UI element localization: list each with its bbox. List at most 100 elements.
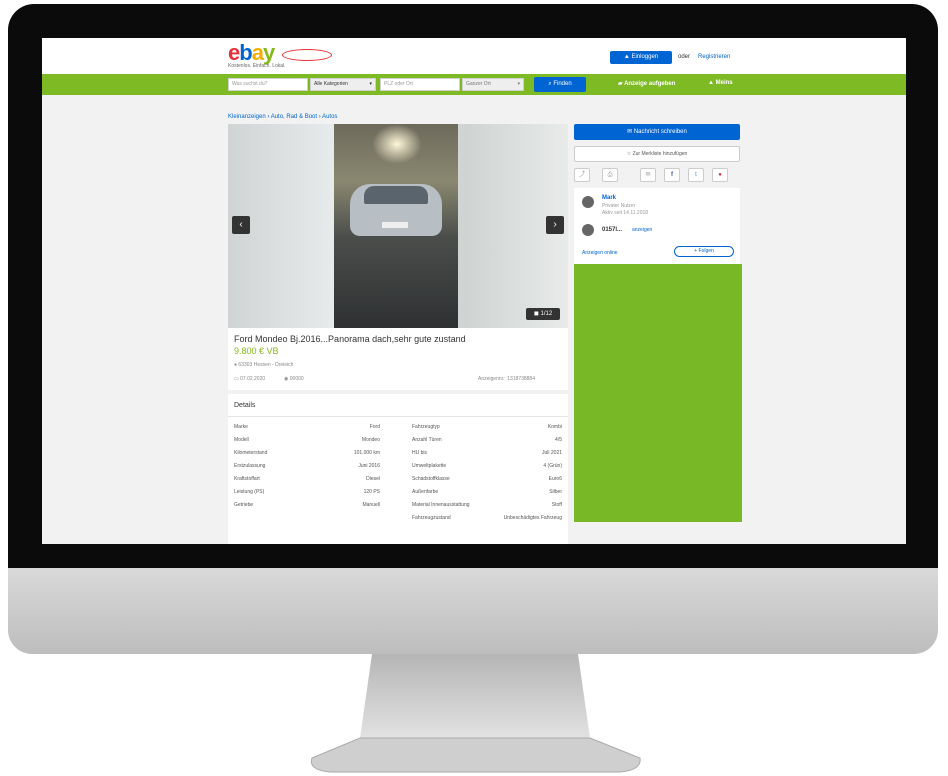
detail-key: Leistung (PS) xyxy=(234,489,265,495)
chevron-down-icon: ▾ xyxy=(517,81,520,87)
seller-name[interactable]: Mark xyxy=(602,195,616,201)
detail-row: Fahrzeugzustand Unbeschädigtes Fahrzeug xyxy=(412,515,562,525)
detail-row: Außenfarbe Silber xyxy=(412,489,562,499)
detail-row: Anzahl Türen 4/5 xyxy=(412,437,562,447)
ad-price: 9.800 € VB xyxy=(234,346,279,356)
browser-screen: ebay Kostenlos. Einfach. Lokal. ▲ Einlog… xyxy=(42,38,906,544)
detail-value: Stoff xyxy=(551,502,562,508)
seller-type: Privater Nutzer xyxy=(602,203,636,209)
detail-value: Euro6 xyxy=(548,476,562,482)
location-input[interactable]: PLZ oder Ort xyxy=(380,78,460,91)
category-select[interactable]: Alle Kategorien ▾ xyxy=(310,78,376,91)
login-button[interactable]: ▲ Einloggen xyxy=(610,51,672,64)
find-label: Finden xyxy=(553,81,572,87)
image-gallery[interactable]: ‹ › ◼ 1/12 xyxy=(228,124,568,328)
follow-label: Folgen xyxy=(698,248,714,254)
detail-row: Leistung (PS) 120 PS xyxy=(234,489,380,499)
site-slogan: Kostenlos. Einfach. Lokal. xyxy=(228,63,286,69)
detail-row: Marke Ford xyxy=(234,424,380,434)
post-ad-button[interactable]: ▰ Anzeige aufgeben xyxy=(618,80,675,87)
share-icon[interactable]: ⤴ xyxy=(574,168,590,182)
ad-date: ▭ 07.02.2020 xyxy=(234,376,265,382)
detail-key: Umweltplakette xyxy=(412,463,447,469)
write-message-button[interactable]: ✉ Nachricht schreiben xyxy=(574,124,740,140)
logo-letter-e: e xyxy=(228,40,240,65)
follow-button[interactable]: + Folgen xyxy=(674,246,734,257)
detail-value: Ford xyxy=(369,424,380,430)
detail-key: Erstzulassung xyxy=(234,463,266,469)
user-icon: ▲ xyxy=(708,80,716,86)
gallery-next-button[interactable]: › xyxy=(546,216,564,234)
monitor-chin xyxy=(8,568,938,654)
my-account-button[interactable]: ▲ Meins xyxy=(708,80,733,86)
detail-row: Umweltplakette 4 (Grün) xyxy=(412,463,562,473)
detail-key: Außenfarbe xyxy=(412,489,439,495)
ad-date-label: 07.02.2020 xyxy=(240,376,266,382)
detail-row: Fahrzeugtyp Kombi xyxy=(412,424,562,434)
chevron-down-icon: ▾ xyxy=(369,81,372,87)
print-icon[interactable]: ⎙ xyxy=(602,168,618,182)
logo-letter-a: a xyxy=(251,40,264,65)
detail-key: Modell xyxy=(234,437,249,443)
facebook-icon[interactable]: f xyxy=(664,168,680,182)
detail-key: Marke xyxy=(234,424,248,430)
search-bar: Was suchst du? Alle Kategorien ▾ PLZ oder… xyxy=(42,74,906,95)
detail-value: Mondeo xyxy=(361,437,380,443)
advertisement-banner[interactable] xyxy=(574,264,742,522)
detail-value: 4 (Grün) xyxy=(543,463,562,469)
detail-key: Material Innenausstattung xyxy=(412,502,470,508)
ad-views-label: 00000 xyxy=(289,376,304,382)
login-label: Einloggen xyxy=(631,54,659,60)
detail-row: Schadstoffklasse Euro6 xyxy=(412,476,562,486)
detail-row: Getriebe Manuell xyxy=(234,502,380,512)
detail-key: Kraftstoffart xyxy=(234,476,260,482)
image-counter-label: 1/12 xyxy=(540,311,553,317)
show-phone-link[interactable]: anzeigen xyxy=(632,227,652,233)
my-account-label: Meins xyxy=(715,80,733,86)
ad-location-label: 63303 Hessen - Dreieich xyxy=(238,362,294,368)
detail-key: Anzahl Türen xyxy=(412,437,442,443)
kleinanzeigen-stamp-logo xyxy=(282,49,332,61)
site-header: ebay Kostenlos. Einfach. Lokal. ▲ Einlog… xyxy=(42,38,906,74)
monitor-mockup: ebay Kostenlos. Einfach. Lokal. ▲ Einlog… xyxy=(0,0,948,776)
license-plate xyxy=(382,222,408,228)
radius-value: Ganzer Ort xyxy=(466,81,491,87)
seller-card: Mark Privater Nutzer Aktiv seit 14.11.20… xyxy=(574,188,740,264)
search-input[interactable]: Was suchst du? xyxy=(228,78,308,91)
details-heading: Details xyxy=(234,402,256,409)
ad-info-card: Ford Mondeo Bj.2016...Panorama dach,sehr… xyxy=(228,328,568,390)
twitter-icon[interactable]: t xyxy=(688,168,704,182)
detail-row: Modell Mondeo xyxy=(234,437,380,447)
other-ads-link[interactable]: Anzeigen online xyxy=(582,250,618,256)
breadcrumb[interactable]: Kleinanzeigen › Auto, Rad & Boot › Autos xyxy=(228,114,337,120)
gallery-prev-button[interactable]: ‹ xyxy=(232,216,250,234)
detail-value: 101.000 km xyxy=(353,450,380,456)
ad-title: Ford Mondeo Bj.2016...Panorama dach,sehr… xyxy=(234,334,466,344)
find-button[interactable]: ⌕ Finden xyxy=(534,77,586,92)
sunlight-glare xyxy=(372,124,422,164)
phone-icon xyxy=(582,224,594,236)
pinterest-icon[interactable]: ● xyxy=(712,168,728,182)
detail-key: Fahrzeugzustand xyxy=(412,515,451,521)
add-to-watchlist-button[interactable]: ☆ Zur Merkliste hinzufügen xyxy=(574,146,740,162)
detail-value: Diesel xyxy=(366,476,380,482)
detail-value: Juli 2021 xyxy=(541,450,562,456)
details-card: Details Marke Ford Modell Mondeo Kilometer… xyxy=(228,394,568,544)
ebay-logo[interactable]: ebay xyxy=(228,40,275,65)
car-windshield xyxy=(364,186,428,204)
post-ad-label: Anzeige aufgeben xyxy=(624,81,676,87)
detail-value: Manuell xyxy=(362,502,380,508)
ad-location: ● 63303 Hessen - Dreieich xyxy=(234,362,293,368)
phone-number: 0157l... xyxy=(602,227,623,233)
email-share-icon[interactable]: ✉ xyxy=(640,168,656,182)
watchlist-label: Zur Merkliste hinzufügen xyxy=(632,151,688,157)
detail-value: 4/5 xyxy=(555,437,562,443)
detail-value: Silber xyxy=(549,489,562,495)
ad-id: Anzeigennr.: 1318738884 xyxy=(478,376,535,382)
detail-value: 120 PS xyxy=(363,489,380,495)
ad-views: ◉ 00000 xyxy=(284,376,304,382)
radius-select[interactable]: Ganzer Ort ▾ xyxy=(462,78,524,91)
car-photo[interactable] xyxy=(334,124,458,328)
detail-key: Fahrzeugtyp xyxy=(412,424,440,430)
register-link[interactable]: Registrieren xyxy=(698,54,730,60)
